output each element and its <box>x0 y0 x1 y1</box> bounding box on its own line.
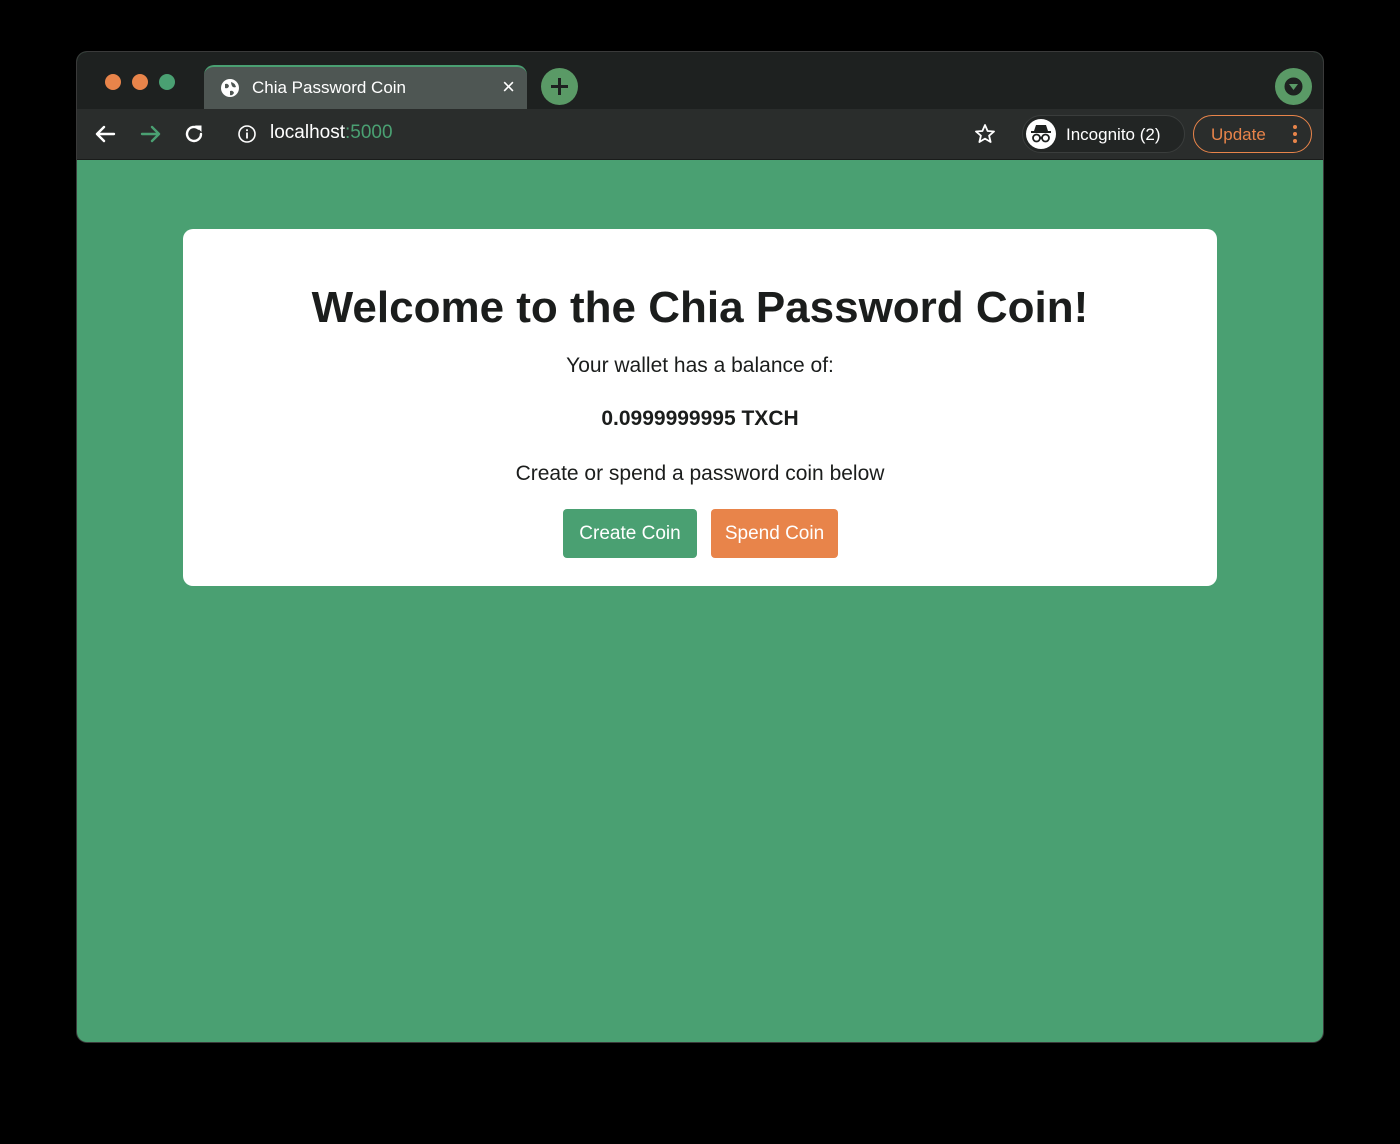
maximize-window-button[interactable] <box>159 74 175 90</box>
browser-toolbar: localhost:5000 Incognito (2) Update <box>77 109 1323 160</box>
plus-icon <box>551 78 568 95</box>
close-tab-icon[interactable]: × <box>502 76 515 98</box>
tab-search-button[interactable] <box>1275 68 1312 105</box>
close-window-button[interactable] <box>105 74 121 90</box>
incognito-profile-button[interactable]: Incognito (2) <box>1022 115 1185 153</box>
update-label: Update <box>1211 125 1266 144</box>
url-host: localhost <box>270 122 345 143</box>
tab-strip: Chia Password Coin × <box>77 52 1323 109</box>
globe-icon <box>220 78 240 98</box>
address-bar[interactable]: localhost:5000 <box>270 122 393 144</box>
tab-chia-password-coin[interactable]: Chia Password Coin × <box>204 65 527 109</box>
url-port: :5000 <box>345 122 393 143</box>
chevron-down-icon <box>1284 77 1303 96</box>
minimize-window-button[interactable] <box>132 74 148 90</box>
welcome-card: Welcome to the Chia Password Coin! Your … <box>183 229 1217 586</box>
browser-window: Chia Password Coin × localhost:5000 Inco… <box>77 52 1323 1042</box>
incognito-label: Incognito (2) <box>1066 125 1161 144</box>
forward-arrow-icon[interactable] <box>137 121 163 147</box>
tab-title: Chia Password Coin <box>252 78 407 97</box>
balance-label: Your wallet has a balance of: <box>566 354 834 377</box>
reload-icon[interactable] <box>181 121 207 147</box>
new-tab-button[interactable] <box>541 68 578 105</box>
bookmark-star-icon[interactable] <box>973 122 997 146</box>
update-button[interactable]: Update <box>1193 115 1312 153</box>
action-prompt: Create or spend a password coin below <box>515 462 885 485</box>
page-title: Welcome to the Chia Password Coin! <box>311 283 1089 332</box>
site-info-icon[interactable] <box>237 124 257 144</box>
balance-value: 0.0999999995 TXCH <box>601 407 799 430</box>
back-arrow-icon[interactable] <box>93 121 119 147</box>
spend-coin-button[interactable]: Spend Coin <box>711 509 838 558</box>
incognito-icon <box>1026 119 1056 149</box>
create-coin-button[interactable]: Create Coin <box>563 509 697 558</box>
kebab-menu-icon[interactable] <box>1293 124 1297 144</box>
